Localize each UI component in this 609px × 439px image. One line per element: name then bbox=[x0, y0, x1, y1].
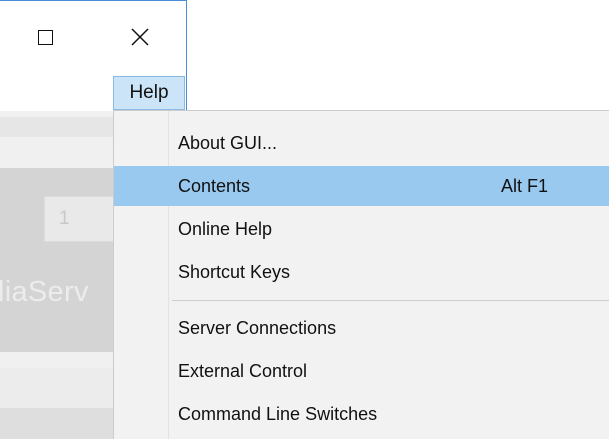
menu-item-shortcut-keys[interactable]: Shortcut Keys bbox=[114, 252, 609, 292]
app-lower-strip bbox=[0, 368, 114, 408]
close-icon bbox=[131, 28, 149, 46]
menu-item-label: Shortcut Keys bbox=[178, 262, 291, 282]
menu-item-label: Command Line Switches bbox=[178, 404, 378, 424]
menu-item-label: Contents bbox=[178, 176, 251, 196]
maximize-icon bbox=[37, 29, 53, 45]
menu-item-external-control[interactable]: External Control bbox=[114, 351, 609, 391]
menu-separator bbox=[172, 300, 609, 301]
menu-help[interactable]: Help bbox=[113, 76, 185, 110]
maximize-button[interactable] bbox=[22, 14, 68, 60]
menu-item-label: External Control bbox=[178, 361, 308, 381]
menu-item-online-help[interactable]: Online Help bbox=[114, 209, 609, 249]
menu-item-label: Online Help bbox=[178, 219, 273, 239]
menu-item-shortcut: Alt F1 bbox=[501, 176, 549, 196]
menu-item-command-line-switches[interactable]: Command Line Switches bbox=[114, 394, 609, 434]
window-border-line bbox=[0, 0, 187, 1]
app-bottom-strip bbox=[0, 408, 114, 439]
app-panel-label: liaServ bbox=[0, 276, 89, 308]
menu-item-server-connections[interactable]: Server Connections bbox=[114, 308, 609, 348]
menu-item-contents[interactable]: Contents Alt F1 bbox=[114, 166, 609, 206]
menu-item-label: Server Connections bbox=[178, 318, 337, 338]
menu-item-label: About GUI... bbox=[178, 133, 278, 153]
app-number-field[interactable]: 1 bbox=[44, 196, 114, 242]
close-button[interactable] bbox=[117, 14, 163, 60]
app-toolbar-strip bbox=[0, 117, 114, 137]
help-dropdown-menu: About GUI... Contents Alt F1 Online Help… bbox=[113, 110, 609, 439]
menu-item-about[interactable]: About GUI... bbox=[114, 123, 609, 163]
